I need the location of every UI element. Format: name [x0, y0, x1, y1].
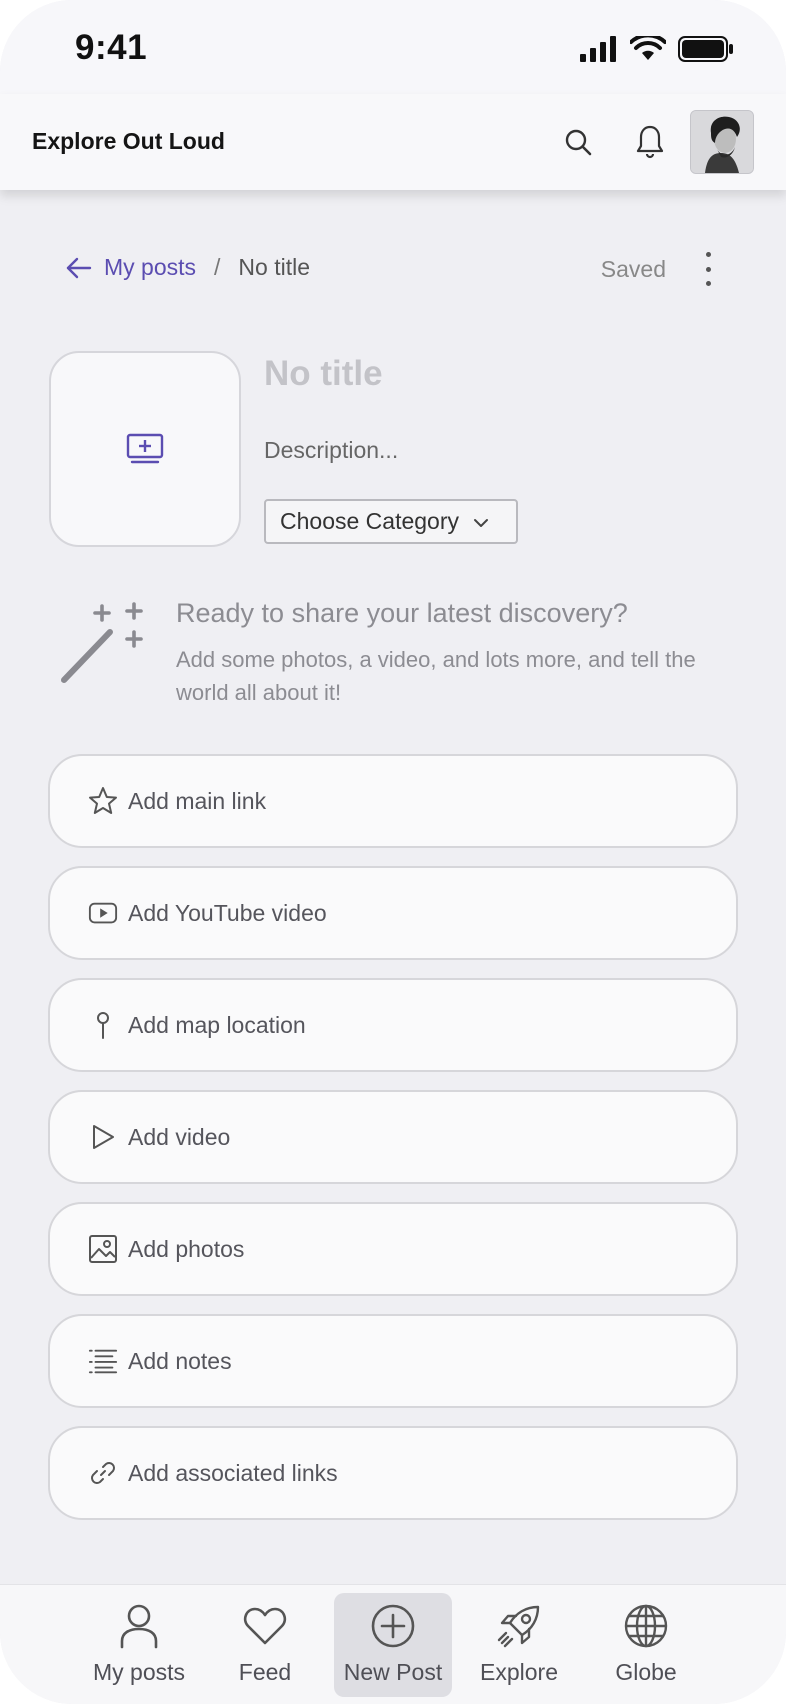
- tab-label: New Post: [343, 1659, 443, 1685]
- app-header: Explore Out Loud: [0, 94, 786, 190]
- category-dropdown[interactable]: Choose Category: [264, 499, 518, 544]
- tab-label: My posts: [92, 1659, 186, 1685]
- save-status: Saved: [600, 256, 666, 282]
- play-icon: [88, 1122, 118, 1152]
- back-to-my-posts-link[interactable]: My posts: [66, 254, 196, 281]
- action-label: Add YouTube video: [128, 899, 327, 926]
- more-dot-icon: [705, 252, 711, 257]
- breadcrumb-current: No title: [238, 254, 311, 280]
- map-pin-icon: [88, 1010, 118, 1040]
- bottom-tab-bar: My posts Feed New Post Explore Globe: [0, 1584, 786, 1704]
- wifi-icon: [630, 36, 666, 60]
- add-notes-button[interactable]: Add notes: [48, 1314, 738, 1408]
- prompt-text: Add some photos, a video, and lots more,…: [176, 647, 696, 705]
- globe-icon: [623, 1599, 669, 1653]
- tab-explore[interactable]: Explore: [460, 1593, 578, 1697]
- magic-wand-icon: [61, 602, 143, 683]
- search-icon[interactable]: [558, 122, 598, 162]
- person-icon: [119, 1599, 159, 1653]
- add-associated-links-button[interactable]: Add associated links: [48, 1426, 738, 1520]
- action-label: Add associated links: [128, 1459, 338, 1486]
- more-dot-icon: [705, 281, 711, 286]
- arrow-left-icon: [66, 257, 92, 278]
- action-label: Add map location: [128, 1011, 306, 1038]
- more-dot-icon: [705, 266, 711, 272]
- breadcrumb-separator: /: [214, 254, 221, 280]
- action-label: Add video: [128, 1123, 231, 1150]
- add-image-icon: [126, 433, 164, 464]
- add-content-actions: Add main link Add YouTube video Add map …: [48, 754, 738, 1538]
- post-title-input[interactable]: No title: [264, 354, 383, 394]
- category-label: Choose Category: [280, 508, 459, 534]
- add-main-link-button[interactable]: Add main link: [48, 754, 738, 848]
- tab-label: Feed: [238, 1659, 292, 1685]
- more-options-button[interactable]: [700, 252, 716, 286]
- breadcrumb-back-label: My posts: [104, 254, 197, 280]
- app-title: Explore Out Loud: [32, 128, 225, 154]
- star-icon: [88, 786, 118, 816]
- tab-new-post[interactable]: New Post: [334, 1593, 452, 1697]
- image-icon: [88, 1234, 118, 1264]
- youtube-icon: [88, 898, 118, 928]
- tab-label: Globe: [615, 1659, 677, 1685]
- notes-icon: [88, 1346, 118, 1376]
- breadcrumb: My posts / No title: [66, 254, 310, 281]
- add-video-button[interactable]: Add video: [48, 1090, 738, 1184]
- tab-globe[interactable]: Globe: [587, 1593, 705, 1697]
- add-map-location-button[interactable]: Add map location: [48, 978, 738, 1072]
- tab-feed[interactable]: Feed: [206, 1593, 324, 1697]
- bell-icon[interactable]: [630, 122, 670, 162]
- signal-icon: [580, 36, 616, 62]
- cover-image-upload[interactable]: [49, 351, 241, 547]
- chevron-down-icon: [474, 518, 488, 527]
- add-youtube-video-button[interactable]: Add YouTube video: [48, 866, 738, 960]
- status-icons: [580, 36, 734, 62]
- status-bar: 9:41: [0, 0, 786, 94]
- action-label: Add notes: [128, 1347, 232, 1374]
- action-label: Add main link: [128, 787, 267, 814]
- plus-circle-icon: [370, 1599, 416, 1653]
- heart-icon: [243, 1599, 287, 1653]
- rocket-icon: [496, 1599, 542, 1653]
- post-description-input[interactable]: Description...: [264, 437, 398, 464]
- phone-screen: 9:41 Explore Out Loud My posts / No titl…: [0, 0, 786, 1704]
- status-time: 9:41: [75, 28, 148, 67]
- add-photos-button[interactable]: Add photos: [48, 1202, 738, 1296]
- tab-label: Explore: [480, 1659, 558, 1685]
- avatar[interactable]: [690, 110, 754, 174]
- prompt-heading: Ready to share your latest discovery?: [176, 598, 628, 628]
- tab-my-posts[interactable]: My posts: [80, 1593, 198, 1697]
- action-label: Add photos: [128, 1235, 245, 1262]
- link-icon: [88, 1458, 118, 1488]
- battery-icon: [678, 36, 733, 62]
